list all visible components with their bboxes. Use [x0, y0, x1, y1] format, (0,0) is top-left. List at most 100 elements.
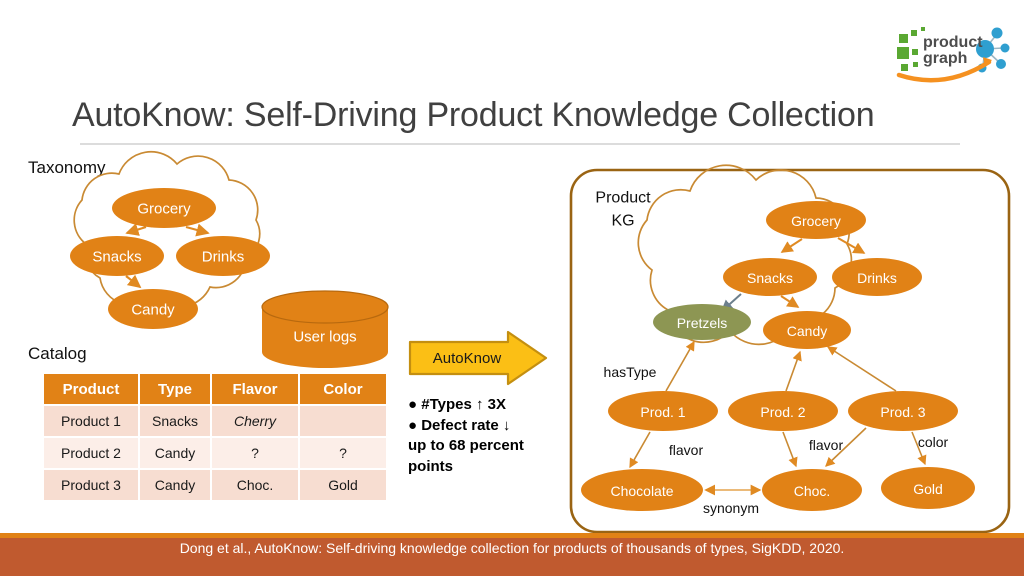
cell-flavor: Cherry [212, 406, 298, 436]
node-grocery-label: Grocery [137, 201, 191, 218]
user-logs-cylinder[interactable]: User logs [261, 290, 389, 368]
cell-type: Candy [140, 438, 210, 468]
bullet-types: ● #Types ↑ 3X [408, 396, 506, 413]
column-header-flavor[interactable]: Flavor [212, 374, 298, 404]
node-kg-chocolate-label: Chocolate [610, 483, 673, 499]
node-kg-grocery[interactable] [766, 201, 866, 239]
product-kg-panel [569, 168, 1011, 534]
label-taxonomy: Taxonomy [28, 158, 106, 177]
logo-square-icon [921, 27, 925, 31]
node-kg-candy-label: Candy [787, 323, 827, 339]
autoknow-arrow-label: AutoKnow [432, 349, 502, 367]
cell-color: ? [300, 438, 386, 468]
node-snacks[interactable] [70, 236, 164, 276]
kg-edges-attributes [629, 427, 927, 469]
column-header-color[interactable]: Color [300, 374, 386, 404]
autoknow-results-list: ● #Types ↑ 3X ● Defect rate ↓ up to 68 p… [408, 395, 568, 478]
kg-edges-hastype [665, 340, 897, 392]
logo-text-graph: graph [923, 50, 967, 67]
node-kg-candy[interactable] [763, 311, 851, 349]
node-kg-gold[interactable] [881, 467, 975, 509]
edge-prod2-choc [782, 431, 798, 468]
bullet-defect-rate-cont2: points [408, 458, 453, 476]
edge-prod1-chocolate [629, 431, 651, 469]
node-kg-pretzels-label: Pretzels [677, 315, 728, 331]
kg-edge-labels: hasType flavor flavor color synonym [604, 364, 949, 516]
logo-square-icon [899, 34, 908, 43]
edge-label-flavor-2: flavor [809, 437, 844, 453]
edge-label-hastype: hasType [604, 364, 657, 380]
edge-prod3-choc [825, 427, 867, 467]
slide-root: AutoKnow: Self-Driving Product Knowledge… [0, 0, 1024, 576]
table-row[interactable]: Product 1 Snacks Cherry [44, 406, 386, 436]
cell-type: Snacks [140, 406, 210, 436]
logo-square-icon [913, 62, 918, 67]
page-title: AutoKnow: Self-Driving Product Knowledge… [72, 96, 875, 134]
bullet-defect-rate-cont1: up to 68 percent [408, 437, 524, 455]
edge-grocery-drinks [185, 223, 210, 237]
table-row[interactable]: Product 3 Candy Choc. Gold [44, 470, 386, 500]
cell-flavor: ? [212, 438, 298, 468]
product-kg-cloud-shape [637, 164, 853, 346]
node-kg-grocery-label: Grocery [791, 213, 841, 229]
logo-text-product: product [923, 34, 983, 51]
node-kg-drinks-label: Drinks [857, 270, 897, 286]
node-kg-drinks[interactable] [832, 258, 922, 296]
kg-edges-taxonomy [780, 237, 866, 308]
edge-prod3-gold [911, 431, 927, 466]
node-drinks[interactable] [176, 236, 270, 276]
bullet-defect-rate: ● Defect rate ↓ [408, 416, 511, 434]
catalog-table: Product Type Flavor Color Product 1 Snac… [42, 372, 388, 502]
logo-square-icon [911, 30, 917, 36]
edge-kg-grocery-drinks [837, 237, 866, 254]
node-candy[interactable] [108, 289, 198, 329]
edge-label-color: color [918, 434, 949, 450]
cell-product: Product 1 [44, 406, 138, 436]
node-grocery[interactable] [112, 188, 216, 228]
title-divider [80, 143, 960, 145]
node-kg-choc[interactable] [762, 469, 862, 511]
edge-label-synonym: synonym [703, 500, 759, 516]
node-kg-snacks-label: Snacks [747, 270, 793, 286]
footer-top-stripe [0, 533, 1024, 538]
node-kg-chocolate[interactable] [581, 469, 703, 511]
node-kg-choc-label: Choc. [794, 483, 831, 499]
node-kg-prod3[interactable] [848, 391, 958, 431]
kg-nodes: Grocery Snacks Drinks Pretzels Candy Pro… [581, 201, 975, 511]
cell-color: Gold [300, 470, 386, 500]
product-kg-title-line2: KG [611, 213, 634, 230]
node-kg-gold-label: Gold [913, 481, 943, 497]
edge-snacks-candy [125, 274, 142, 289]
edge-kg-snacks-pretzels [720, 293, 742, 313]
node-kg-prod2[interactable] [728, 391, 838, 431]
node-candy-label: Candy [131, 302, 175, 319]
edge-prod3-candy [826, 346, 897, 392]
logo-node-icon [991, 27, 1003, 39]
table-header-row: Product Type Flavor Color [44, 374, 386, 404]
node-snacks-label: Snacks [92, 249, 141, 266]
table-row[interactable]: Product 2 Candy ? ? [44, 438, 386, 468]
edge-kg-snacks-candy [780, 295, 800, 308]
edge-prod1-pretzels [665, 340, 695, 392]
logo-node-icon [1000, 43, 1010, 53]
edge-kg-grocery-snacks [780, 238, 803, 253]
node-kg-prod3-label: Prod. 3 [880, 404, 925, 420]
node-kg-snacks[interactable] [723, 258, 817, 296]
edge-prod2-candy [785, 350, 802, 392]
logo-node-icon [996, 59, 1006, 69]
cell-product: Product 3 [44, 470, 138, 500]
product-kg-title-line1: Product [595, 190, 651, 207]
column-header-product[interactable]: Product [44, 374, 138, 404]
column-header-type[interactable]: Type [140, 374, 210, 404]
logo-square-icon [897, 47, 909, 59]
node-kg-pretzels[interactable] [653, 304, 751, 340]
label-catalog: Catalog [28, 344, 87, 363]
cell-flavor: Choc. [212, 470, 298, 500]
footer-citation: Dong et al., AutoKnow: Self-driving know… [179, 540, 845, 556]
taxonomy-nodes: Grocery Snacks Drinks Candy [70, 188, 270, 329]
node-kg-prod1[interactable] [608, 391, 718, 431]
node-drinks-label: Drinks [202, 249, 245, 266]
cell-type: Candy [140, 470, 210, 500]
edge-grocery-snacks [125, 223, 147, 236]
node-kg-prod2-label: Prod. 2 [760, 404, 805, 420]
